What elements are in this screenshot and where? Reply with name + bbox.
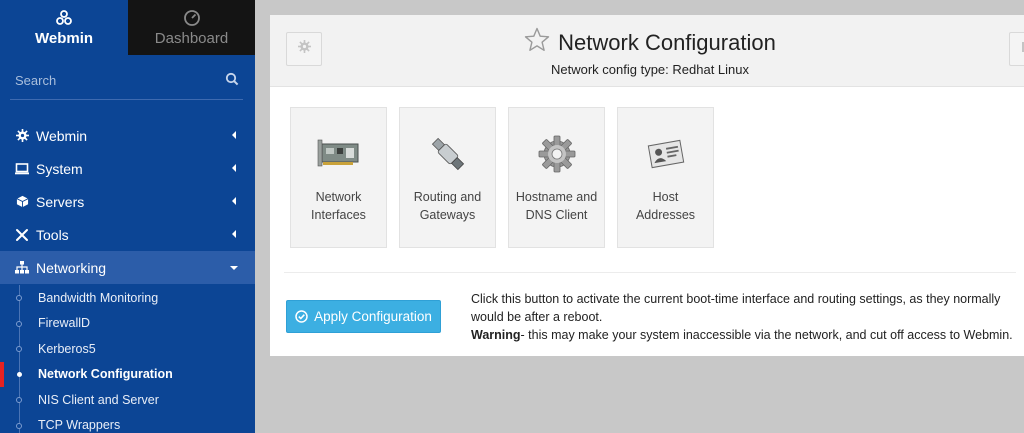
warning-label: Warning <box>471 328 521 342</box>
caret-left-icon <box>232 230 236 238</box>
address-card-icon <box>646 134 686 174</box>
bullet-icon <box>16 422 22 429</box>
sidebar-subitem-kerberos5[interactable]: Kerberos5 <box>0 336 255 362</box>
apply-configuration-button[interactable]: Apply Configuration <box>286 300 441 333</box>
sidebar-item-system[interactable]: System <box>0 152 255 185</box>
caret-left-icon <box>232 164 236 172</box>
search-input[interactable]: Search <box>15 73 56 88</box>
sidebar-subitem-network-configuration[interactable]: Network Configuration <box>0 361 255 387</box>
sidebar-subitem-firewalld[interactable]: FirewallD <box>0 311 255 337</box>
main-panel: Network Configuration Network config typ… <box>270 15 1024 356</box>
search-icon[interactable] <box>225 72 239 91</box>
apply-description: Click this button to activate the curren… <box>471 290 1024 344</box>
tile-routing-and-gateways[interactable]: Routing and Gateways <box>399 107 496 248</box>
bullet-icon <box>16 295 22 301</box>
apply-warning: Warning- this may make your system inacc… <box>471 326 1024 344</box>
bullet-icon <box>17 371 22 377</box>
sidebar-subitem-label: TCP Wrappers <box>38 418 121 433</box>
wrench-icon <box>15 228 29 242</box>
networking-submenu: Bandwidth Monitoring FirewallD Kerberos5… <box>0 285 255 433</box>
tile-label: Hostname and DNS Client <box>515 190 598 222</box>
sidebar-item-servers[interactable]: Servers <box>0 185 255 218</box>
gear-icon <box>15 129 29 143</box>
tab-webmin[interactable]: Webmin <box>0 0 128 55</box>
tile-label: Host Addresses <box>635 190 696 222</box>
search-underline <box>10 99 243 100</box>
monitor-icon <box>15 162 29 176</box>
tab-dashboard-label: Dashboard <box>154 30 229 47</box>
sidebar: Webmin Dashboard Search Webmin System Se… <box>0 0 255 433</box>
sidebar-top-tabs: Webmin Dashboard <box>0 0 255 55</box>
page-title: Network Configuration <box>558 29 776 55</box>
page-title-row: Network Configuration <box>524 27 776 58</box>
star-icon[interactable] <box>524 27 550 58</box>
network-card-icon <box>317 134 361 174</box>
sidebar-subitem-label: NIS Client and Server <box>38 392 159 407</box>
apply-button-label: Apply Configuration <box>314 309 432 324</box>
cable-connector-icon <box>428 134 468 174</box>
sidebar-subitem-bandwidth-monitoring[interactable]: Bandwidth Monitoring <box>0 285 255 311</box>
sidebar-item-label: Webmin <box>36 127 88 144</box>
cog-icon <box>537 134 577 174</box>
tile-label: Network Interfaces <box>311 190 366 222</box>
sidebar-search[interactable]: Search <box>0 58 255 102</box>
sidebar-nav: Webmin System Servers Tools Networking <box>0 119 255 284</box>
page-heading: Network Configuration Network config typ… <box>270 27 1024 77</box>
cube-icon <box>15 195 29 209</box>
tab-webmin-label: Webmin <box>34 30 94 47</box>
caret-down-icon <box>230 266 238 270</box>
sidebar-subitem-label: Kerberos5 <box>38 341 96 356</box>
tile-host-addresses[interactable]: Host Addresses <box>617 107 714 248</box>
sidebar-subitem-nis-client-and-server[interactable]: NIS Client and Server <box>0 387 255 413</box>
sidebar-item-label: System <box>36 160 83 177</box>
sidebar-subitem-label: Bandwidth Monitoring <box>38 290 159 305</box>
caret-left-icon <box>232 131 236 139</box>
webmin-logo-icon <box>55 8 73 28</box>
page-subtitle: Network config type: Redhat Linux <box>551 62 749 77</box>
bullet-icon <box>16 320 22 327</box>
tile-hostname-and-dns-client[interactable]: Hostname and DNS Client <box>508 107 605 248</box>
sidebar-item-networking[interactable]: Networking <box>0 251 255 284</box>
module-tiles: Network Interfaces Routing and Gateways <box>290 107 726 248</box>
bullet-icon <box>16 346 22 352</box>
sidebar-item-tools[interactable]: Tools <box>0 218 255 251</box>
caret-left-icon <box>232 197 236 205</box>
sidebar-item-webmin[interactable]: Webmin <box>0 119 255 152</box>
dashboard-gauge-icon <box>183 8 201 28</box>
sidebar-item-label: Servers <box>36 193 85 210</box>
sidebar-item-label: Tools <box>36 226 69 243</box>
tab-dashboard[interactable]: Dashboard <box>128 0 255 55</box>
section-divider <box>284 272 1016 273</box>
sidebar-subitem-label: FirewallD <box>38 316 91 331</box>
panel-header: Network Configuration Network config typ… <box>270 15 1024 87</box>
bullet-icon <box>16 397 22 403</box>
warning-text: - this may make your system inaccessible… <box>520 328 1013 342</box>
active-indicator <box>0 361 4 387</box>
tile-network-interfaces[interactable]: Network Interfaces <box>290 107 387 248</box>
sitemap-icon <box>15 261 29 275</box>
apply-description-text: Click this button to activate the curren… <box>471 292 1001 324</box>
sidebar-subitem-label: Network Configuration <box>38 367 173 382</box>
check-circle-icon <box>295 310 308 323</box>
sidebar-subitem-tcp-wrappers[interactable]: TCP Wrappers <box>0 413 255 433</box>
sidebar-item-label: Networking <box>36 259 107 276</box>
tile-label: Routing and Gateways <box>413 190 482 222</box>
